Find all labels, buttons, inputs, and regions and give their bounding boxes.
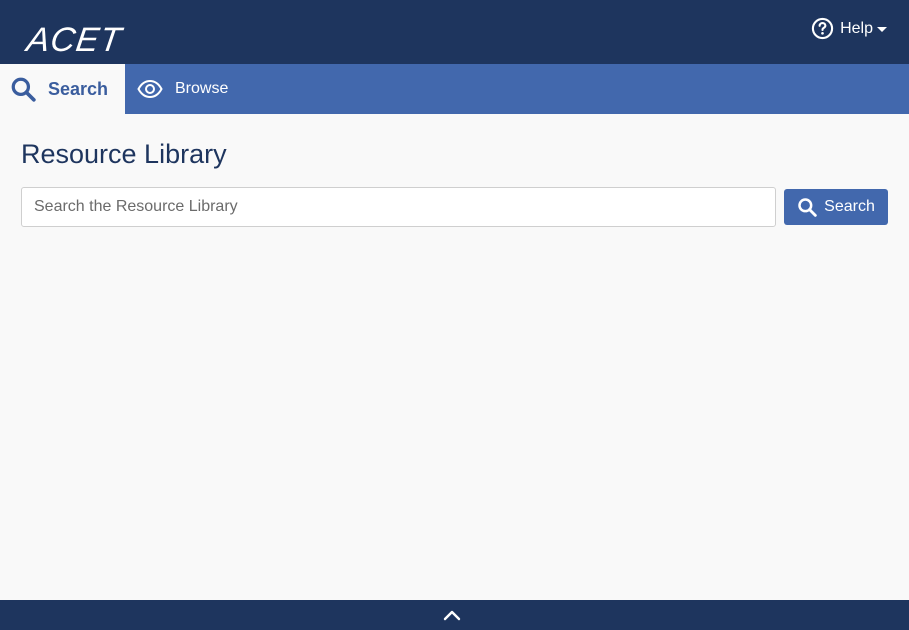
search-input[interactable] [21, 187, 776, 227]
tab-browse-label: Browse [175, 80, 229, 97]
acet-logo[interactable]: ACET [24, 21, 124, 59]
search-button-label: Search [824, 198, 875, 215]
top-navbar: ACET Help [0, 0, 909, 64]
tab-browse[interactable]: Browse [137, 64, 228, 114]
tab-search[interactable]: Search [0, 64, 125, 114]
search-icon [798, 198, 817, 217]
page-title: Resource Library [21, 139, 227, 169]
eye-icon [137, 79, 163, 99]
footer-bar [0, 600, 909, 630]
search-button[interactable]: Search [784, 189, 888, 225]
caret-down-icon [877, 27, 887, 32]
tab-search-label: Search [48, 78, 109, 99]
question-circle-icon [811, 17, 834, 40]
help-dropdown[interactable]: Help [811, 17, 887, 40]
search-icon [11, 77, 36, 102]
chevron-up-icon[interactable] [443, 609, 461, 621]
tab-bar: Search Browse [0, 64, 909, 114]
help-label: Help [840, 19, 873, 37]
